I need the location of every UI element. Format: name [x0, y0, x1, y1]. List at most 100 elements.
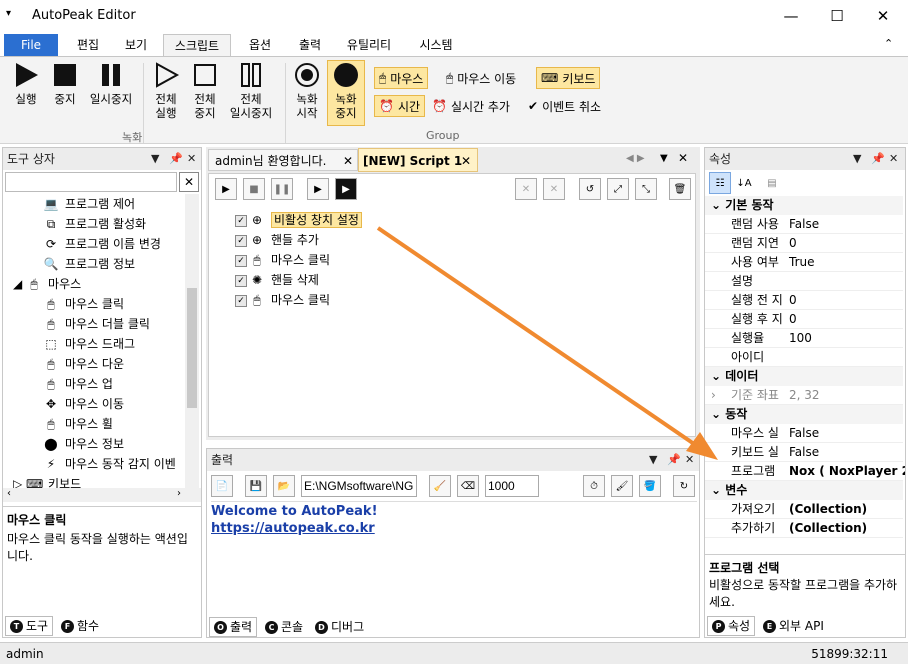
website-link[interactable]: https://autopeak.co.kr: [211, 521, 697, 536]
system-menu-icon[interactable]: ▾: [6, 8, 11, 19]
run-all-button[interactable]: 전체 실행: [146, 61, 186, 120]
close-icon[interactable]: ✕: [343, 150, 353, 172]
refresh-icon[interactable]: ↻: [673, 475, 695, 497]
run-to-button[interactable]: ▶: [335, 178, 357, 200]
tab-system[interactable]: 시스템: [410, 34, 462, 56]
category-action[interactable]: ⌄ 동작: [705, 405, 903, 424]
property-row[interactable]: 실행 전 지 0: [705, 291, 903, 310]
save-icon[interactable]: 💾: [245, 475, 267, 497]
collapse-ribbon-icon[interactable]: ⌃: [884, 37, 893, 50]
script-line[interactable]: ✓ 🖱 마우스 클릭: [235, 250, 330, 270]
tab-output-pane[interactable]: O 출력: [209, 617, 258, 637]
mouse-move-toggle[interactable]: 🖱 마우스 이동: [442, 67, 520, 89]
property-row[interactable]: 랜덤 사용 False: [705, 215, 903, 234]
time-toggle[interactable]: ⏰ 시간: [374, 95, 426, 117]
clear-search-button[interactable]: ✕: [179, 172, 199, 192]
close-icon[interactable]: ✕: [889, 148, 898, 170]
enable-button[interactable]: ✕: [543, 178, 565, 200]
checkbox[interactable]: ✓: [235, 254, 247, 267]
pin-icon[interactable]: 📌: [169, 148, 183, 170]
stop-all-button[interactable]: 전체 중지: [188, 61, 222, 120]
script-line[interactable]: ✓ 🖱 마우스 클릭: [235, 290, 330, 310]
tab-tools[interactable]: T 도구: [5, 616, 54, 636]
tab-console[interactable]: C 콘솔: [261, 617, 307, 637]
list-item[interactable]: 🖱 마우스 휠: [43, 414, 113, 434]
eraser-icon[interactable]: ⌫: [457, 475, 479, 497]
clean-icon[interactable]: 🧹: [429, 475, 451, 497]
close-icon[interactable]: ✕: [461, 149, 471, 173]
dropdown-icon[interactable]: ▼: [649, 449, 657, 471]
refresh-icon[interactable]: ↺: [579, 178, 601, 200]
list-item[interactable]: ⧉ 프로그램 활성화: [43, 214, 146, 234]
tab-script[interactable]: 스크립트: [163, 34, 231, 57]
step-button[interactable]: ▶: [307, 178, 329, 200]
horizontal-scrollbar[interactable]: ‹ ›: [3, 488, 201, 502]
category-basic[interactable]: ⌄ 기본 동작: [705, 196, 903, 215]
list-item[interactable]: 🖱 마우스 클릭: [43, 294, 124, 314]
folder-icon[interactable]: 📂: [273, 475, 295, 497]
property-row[interactable]: 가져오기 (Collection): [705, 500, 903, 519]
stop-button[interactable]: 중지: [48, 61, 82, 106]
tab-external-api[interactable]: E 외부 API: [759, 616, 828, 636]
toolbox-search-input[interactable]: [5, 172, 177, 192]
checkbox[interactable]: ✓: [235, 294, 247, 307]
line-count-input[interactable]: [485, 475, 539, 497]
expand-arrow-icon[interactable]: ›: [711, 386, 716, 405]
mouse-toggle[interactable]: 🖱 마우스: [374, 67, 429, 89]
tab-output[interactable]: 출력: [288, 34, 332, 56]
tab-functions[interactable]: F 함수: [57, 616, 103, 636]
dropdown-icon[interactable]: ▼: [853, 148, 861, 170]
tab-debug[interactable]: D 디버그: [311, 617, 368, 637]
close-icon[interactable]: ✕: [685, 449, 694, 471]
scroll-left-icon[interactable]: ◀ ▶: [626, 153, 645, 164]
pause-button[interactable]: 일시중지: [84, 61, 138, 106]
checkbox[interactable]: ✓: [235, 234, 247, 247]
checkbox[interactable]: ✓: [235, 214, 247, 227]
property-row[interactable]: 추가하기 (Collection): [705, 519, 903, 538]
expand-icon[interactable]: ⤢: [607, 178, 629, 200]
delete-icon[interactable]: 🗑: [669, 178, 691, 200]
categorized-icon[interactable]: ☷: [709, 172, 731, 194]
property-row[interactable]: 실행 후 지 0: [705, 310, 903, 329]
paint-bucket-icon[interactable]: 🪣: [639, 475, 661, 497]
realtime-add-toggle[interactable]: ⏰ 실시간 추가: [428, 95, 514, 117]
dropdown-icon[interactable]: ▼: [151, 148, 159, 170]
pin-icon[interactable]: 📌: [667, 449, 681, 471]
property-row[interactable]: › 기준 좌표 2, 32: [705, 386, 903, 405]
event-cancel-button[interactable]: ✔ 이벤트 취소: [524, 95, 605, 117]
pause-script-button[interactable]: ❚❚: [271, 178, 293, 200]
list-item[interactable]: ⬚ 마우스 드래그: [43, 334, 135, 354]
keyboard-toggle[interactable]: ⌨ 키보드: [536, 67, 601, 89]
list-item[interactable]: 🔍 프로그램 정보: [43, 254, 136, 274]
record-stop-button[interactable]: 녹화 중지: [327, 60, 365, 126]
property-row[interactable]: 마우스 실 False: [705, 424, 903, 443]
minimize-button[interactable]: —: [768, 0, 814, 32]
tab-options[interactable]: 옵션: [238, 34, 282, 56]
new-file-icon[interactable]: 📄: [211, 475, 233, 497]
pause-all-button[interactable]: 전체 일시중지: [224, 61, 278, 120]
stop-script-button[interactable]: ■: [243, 178, 265, 200]
sort-az-icon[interactable]: ↓A: [733, 172, 755, 194]
run-button[interactable]: 실행: [6, 61, 46, 106]
record-start-button[interactable]: 녹화 시작: [290, 61, 324, 120]
script-line[interactable]: ✓ ⊕ 핸들 추가: [235, 230, 319, 250]
checkbox[interactable]: ✓: [235, 274, 247, 287]
list-item[interactable]: 🖱 마우스 더블 클릭: [43, 314, 150, 334]
disable-button[interactable]: ✕: [515, 178, 537, 200]
tab-script-1[interactable]: [NEW] Script 1 ✕: [358, 148, 478, 172]
maximize-button[interactable]: ☐: [814, 0, 860, 32]
list-item[interactable]: ⚡ 마우스 동작 감지 이벤: [43, 454, 183, 474]
clock-icon[interactable]: ⏱: [583, 475, 605, 497]
script-line[interactable]: ✓ ✺ 핸들 삭제: [235, 270, 319, 290]
scrollbar[interactable]: [185, 194, 199, 488]
tab-utility[interactable]: 유틸리티: [338, 34, 400, 56]
run-script-button[interactable]: ▶: [215, 178, 237, 200]
brush-icon[interactable]: 🖌: [611, 475, 633, 497]
property-pages-icon[interactable]: ▤: [761, 172, 783, 194]
list-item[interactable]: ✥ 마우스 이동: [43, 394, 124, 414]
list-item[interactable]: 🖱 마우스 다운: [43, 354, 124, 374]
collapse-icon[interactable]: ⤡: [635, 178, 657, 200]
property-row[interactable]: 키보드 실 False: [705, 443, 903, 462]
property-row[interactable]: 설명: [705, 272, 903, 291]
property-row[interactable]: 사용 여부 True: [705, 253, 903, 272]
